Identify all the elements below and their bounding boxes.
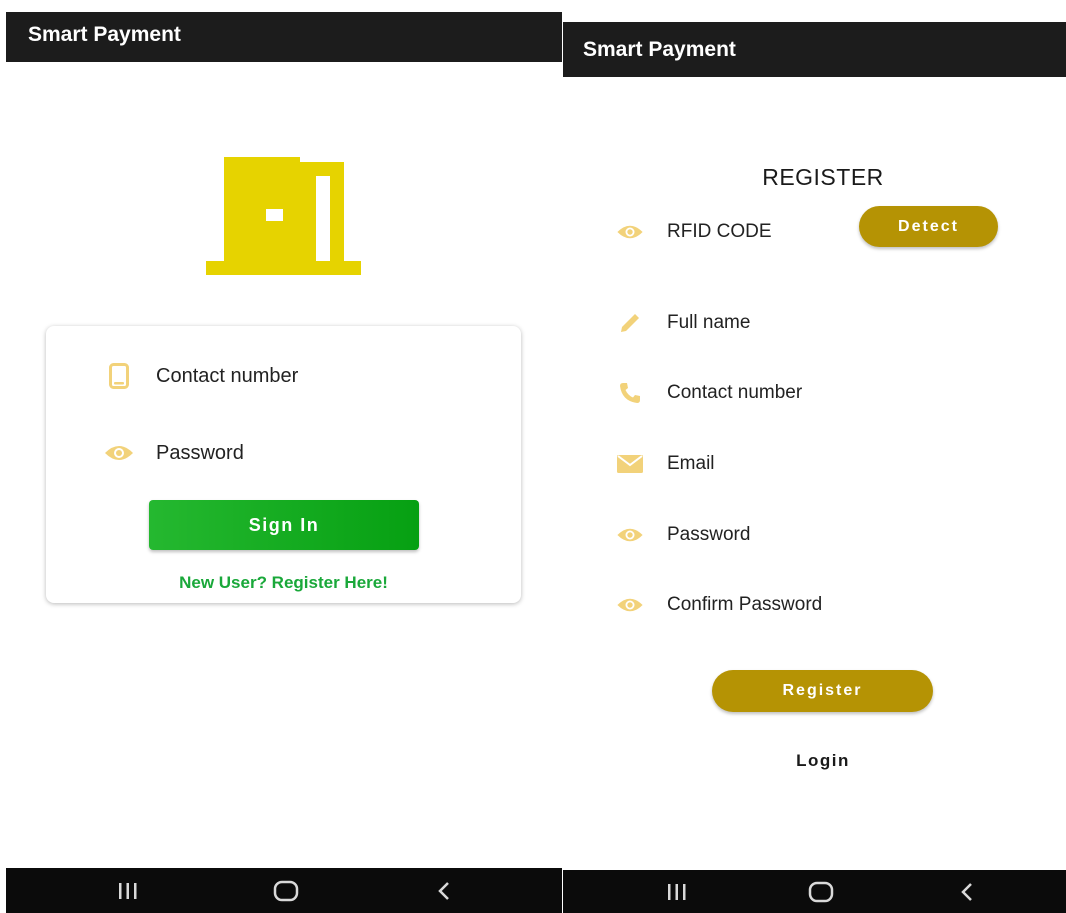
rfid-field[interactable]: RFID CODE	[615, 216, 772, 248]
login-card: Contact number Password Sign In New User…	[46, 326, 521, 603]
contact-field[interactable]: Contact number	[104, 359, 298, 393]
password-field[interactable]: Password	[615, 519, 750, 551]
detect-button[interactable]: Detect	[859, 206, 998, 247]
eye-icon	[615, 590, 645, 620]
home-icon[interactable]	[791, 870, 851, 913]
login-screen: Smart Payment Contact number Password Si…	[6, 12, 562, 913]
register-link[interactable]: New User? Register Here!	[46, 573, 521, 593]
app-title: Smart Payment	[28, 23, 181, 46]
rfid-label: RFID CODE	[667, 221, 772, 242]
pencil-icon	[615, 308, 645, 338]
door-logo-icon	[206, 157, 361, 282]
confirm-password-field[interactable]: Confirm Password	[615, 589, 822, 621]
mail-icon	[615, 449, 645, 479]
login-link[interactable]: Login	[563, 751, 1066, 771]
phone-icon	[615, 378, 645, 408]
password-label: Password	[156, 441, 244, 464]
app-bar: Smart Payment	[6, 12, 562, 62]
email-field[interactable]: Email	[615, 448, 715, 480]
register-screen: Smart Payment REGISTER RFID CODE Detect …	[563, 22, 1066, 913]
system-navbar	[6, 868, 562, 913]
confirm-password-label: Confirm Password	[667, 594, 823, 615]
email-label: Email	[667, 453, 715, 474]
password-label: Password	[667, 524, 751, 545]
app-title: Smart Payment	[583, 38, 736, 61]
register-heading: REGISTER	[762, 164, 884, 190]
phone-icon	[104, 361, 134, 391]
eye-icon	[104, 438, 134, 468]
recent-apps-icon[interactable]	[98, 868, 158, 913]
back-icon[interactable]	[414, 868, 474, 913]
system-navbar	[563, 870, 1066, 913]
eye-icon	[615, 520, 645, 550]
recent-apps-icon[interactable]	[647, 870, 707, 913]
sign-in-button[interactable]: Sign In	[149, 500, 419, 550]
password-field[interactable]: Password	[104, 436, 244, 470]
back-icon[interactable]	[937, 870, 997, 913]
home-icon[interactable]	[256, 868, 316, 913]
fullname-label: Full name	[667, 312, 751, 333]
contact-label: Contact number	[156, 364, 299, 387]
fullname-field[interactable]: Full name	[615, 307, 750, 339]
eye-icon	[615, 217, 645, 247]
register-button[interactable]: Register	[712, 670, 933, 712]
contact-label: Contact number	[667, 382, 803, 403]
contact-field[interactable]: Contact number	[615, 377, 802, 409]
app-bar: Smart Payment	[563, 22, 1066, 77]
